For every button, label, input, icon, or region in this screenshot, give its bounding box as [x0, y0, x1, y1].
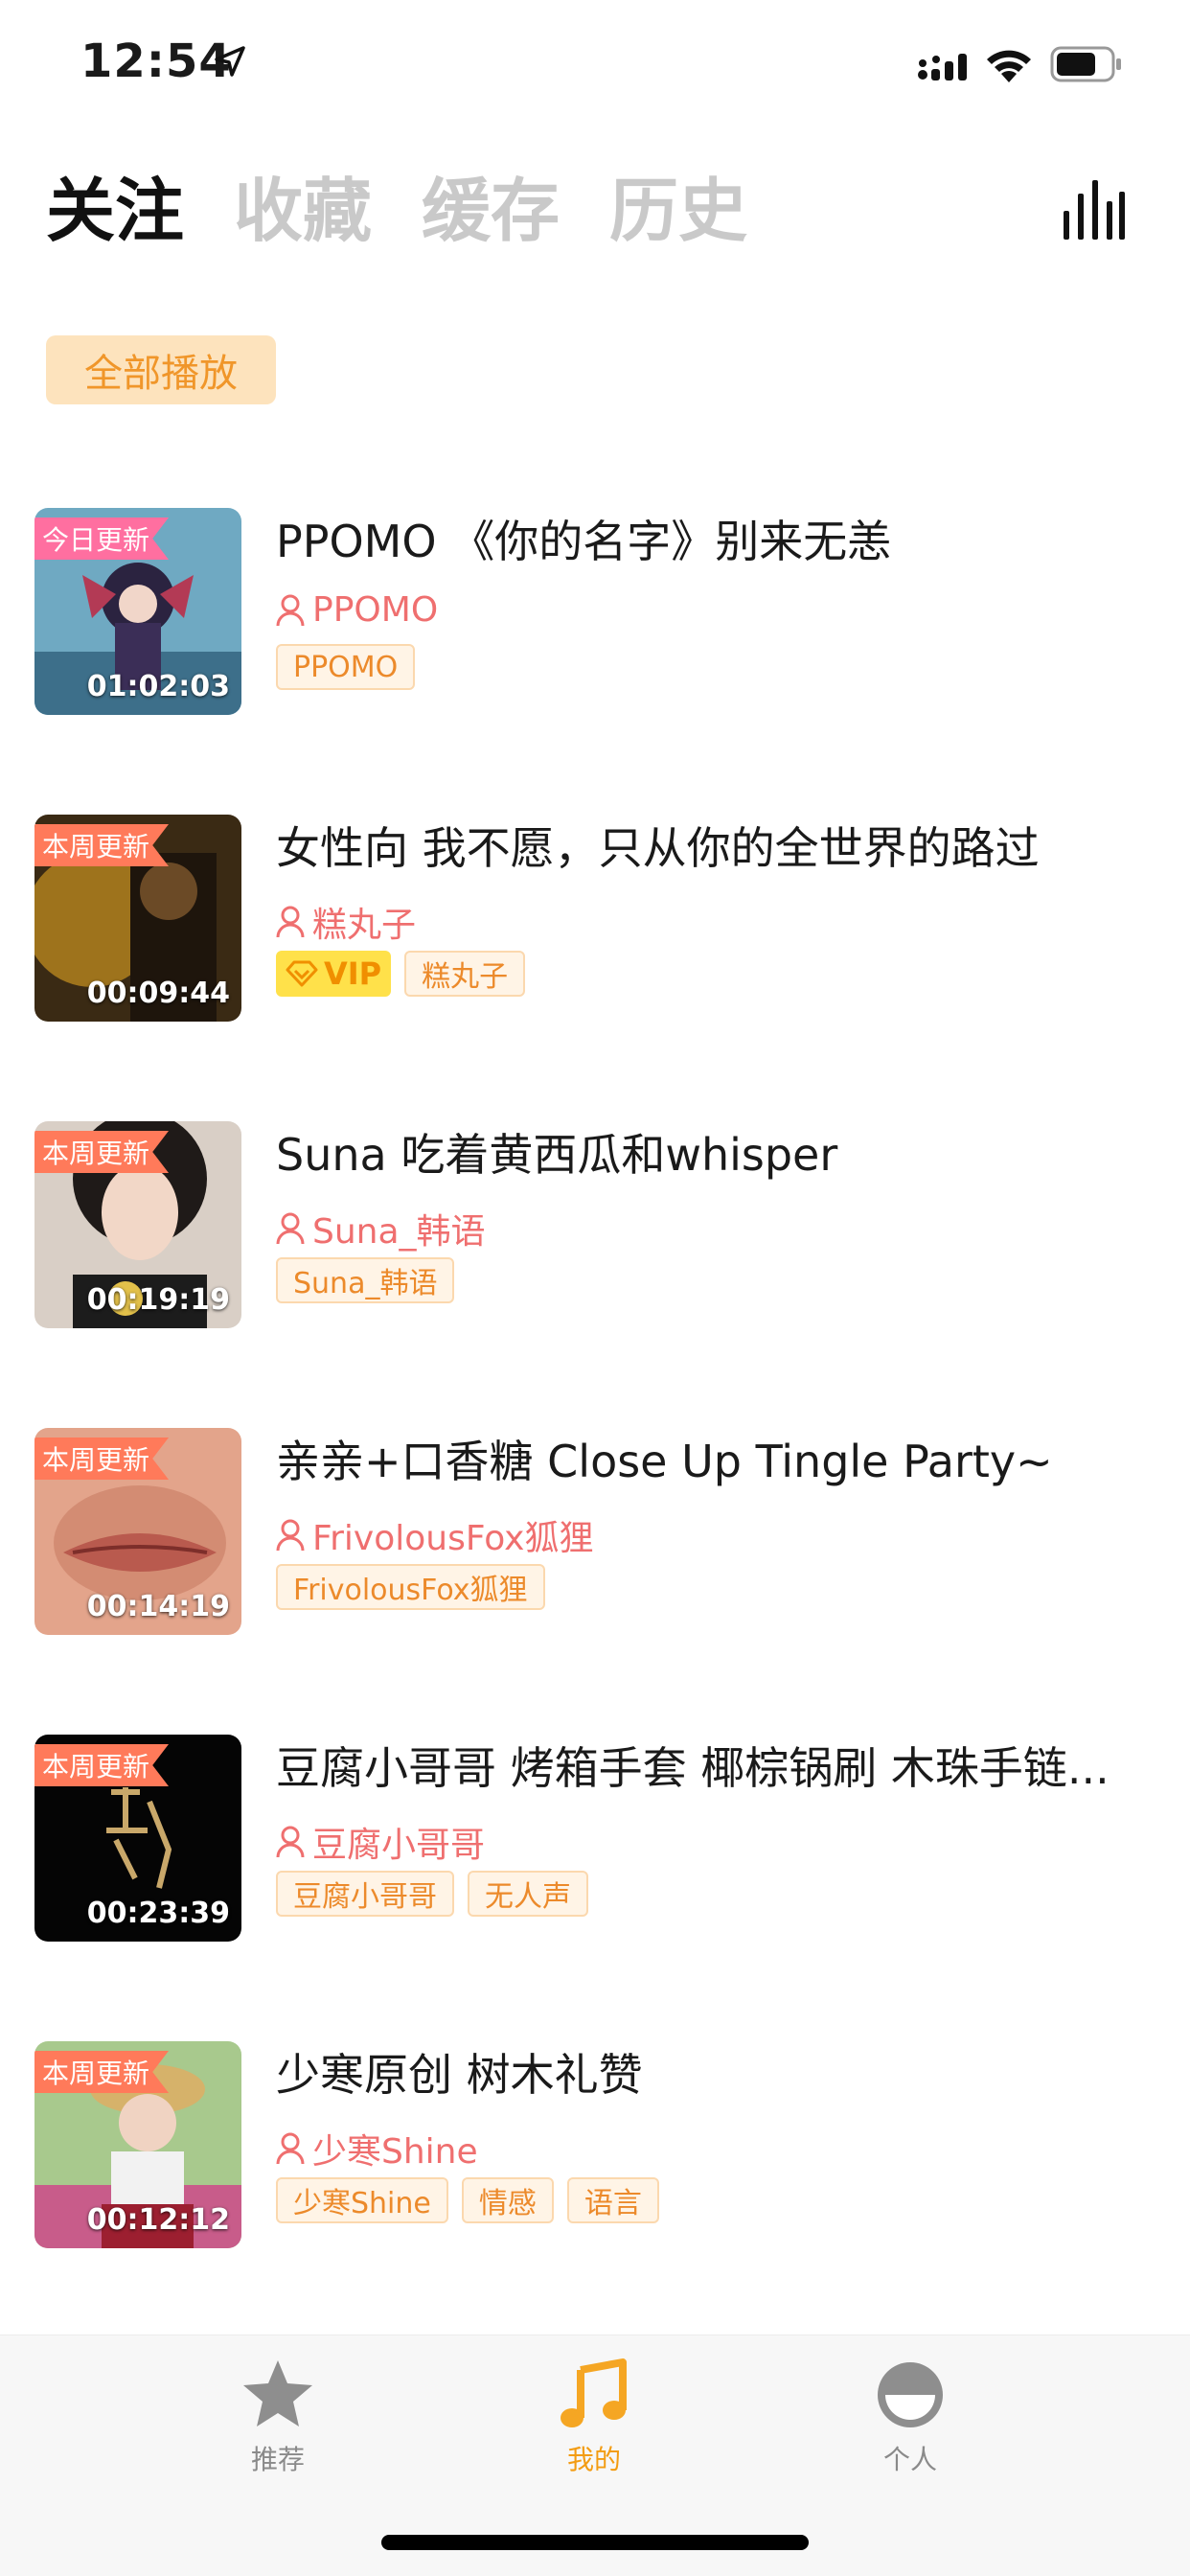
vip-badge: VIP	[276, 951, 392, 997]
update-badge: 本周更新	[34, 1744, 170, 1786]
tabbar-recommend[interactable]: 推荐	[182, 2357, 374, 2477]
tag[interactable]: 情感	[461, 2177, 554, 2223]
tabbar-label: 个人	[882, 2444, 937, 2475]
item-author[interactable]: PPOMO	[276, 590, 438, 630]
item-author[interactable]: 少寒Shine	[276, 2124, 478, 2174]
thumbnail: 本周更新 00:19:19	[34, 1121, 241, 1328]
duration-label: 00:09:44	[86, 977, 230, 1010]
author-name: Suna_韩语	[312, 1212, 486, 1252]
list-item[interactable]: 今日更新 01:02:03 PPOMO 《你的名字》别来无恙 PPOMO PPO…	[0, 508, 1190, 715]
profile-icon	[878, 2362, 943, 2427]
status-bar: 12:54	[0, 0, 1190, 126]
item-title: 女性向 我不愿，只从你的全世界的路过	[276, 822, 1040, 874]
tag-list: PPOMO	[276, 644, 416, 690]
item-title: PPOMO 《你的名字》别来无恙	[276, 516, 892, 567]
list-item[interactable]: 本周更新 00:09:44 女性向 我不愿，只从你的全世界的路过 糕丸子 VIP…	[0, 815, 1190, 1022]
user-icon	[276, 1826, 305, 1858]
tag-list: Suna_韩语	[276, 1257, 455, 1303]
tag-list: FrivolousFox狐狸	[276, 1564, 545, 1610]
duration-label: 00:19:19	[86, 1283, 230, 1317]
location-arrow-icon	[215, 46, 245, 77]
star-icon	[243, 2360, 312, 2426]
duration-label: 00:12:12	[86, 2203, 230, 2237]
author-name: 豆腐小哥哥	[312, 1826, 486, 1865]
home-indicator	[381, 2535, 809, 2550]
update-badge: 本周更新	[34, 2051, 170, 2093]
update-badge: 今日更新	[34, 518, 170, 560]
item-author[interactable]: Suna_韩语	[276, 1204, 486, 1254]
tag[interactable]: 豆腐小哥哥	[276, 1871, 454, 1917]
item-title: Suna 吃着黄西瓜和whisper	[276, 1129, 838, 1181]
user-icon	[276, 2132, 305, 2165]
user-icon	[276, 1212, 305, 1245]
author-name: 少寒Shine	[312, 2132, 478, 2172]
thumbnail: 今日更新 01:02:03	[34, 508, 241, 715]
list-item[interactable]: 本周更新 00:14:19 亲亲+口香糖 Close Up Tingle Par…	[0, 1428, 1190, 1635]
tabbar-label: 推荐	[250, 2444, 305, 2475]
list-item[interactable]: 本周更新 00:19:19 Suna 吃着黄西瓜和whisper Suna_韩语…	[0, 1121, 1190, 1328]
thumbnail: 本周更新 00:23:39	[34, 1735, 241, 1942]
tag[interactable]: Suna_韩语	[276, 1257, 455, 1303]
tag-list: VIP 糕丸子	[276, 951, 526, 997]
item-title: 少寒原创 树木礼赞	[276, 2049, 643, 2101]
tag[interactable]: 少寒Shine	[276, 2177, 448, 2223]
tag[interactable]: PPOMO	[276, 644, 416, 690]
vip-label: VIP	[324, 955, 382, 992]
cellular-signal-icon	[918, 54, 967, 80]
tab-cache[interactable]: 缓存	[422, 176, 560, 245]
thumbnail: 本周更新 00:14:19	[34, 1428, 241, 1635]
list-item[interactable]: 本周更新 00:12:12 少寒原创 树木礼赞 少寒Shine 少寒Shine …	[0, 2041, 1190, 2248]
user-icon	[276, 594, 305, 626]
status-time: 12:54	[80, 34, 232, 88]
tabbar-mine[interactable]: 我的	[498, 2357, 690, 2477]
app-root: 12:54 关注 收藏 缓存 历史 全部播放 今日更新 01:02:03 PPO…	[0, 0, 1190, 2576]
duration-label: 00:23:39	[86, 1897, 230, 1930]
tag[interactable]: 无人声	[468, 1871, 588, 1917]
tag[interactable]: 糕丸子	[404, 951, 526, 997]
tab-favorites[interactable]: 收藏	[234, 176, 372, 245]
tabbar-label: 我的	[566, 2444, 621, 2475]
list-item[interactable]: 本周更新 00:23:39 豆腐小哥哥 烤箱手套 椰棕锅刷 木珠手链... 豆腐…	[0, 1735, 1190, 1942]
item-author[interactable]: 豆腐小哥哥	[276, 1817, 485, 1867]
tag-list: 豆腐小哥哥 无人声	[276, 1871, 588, 1917]
item-title: 亲亲+口香糖 Close Up Tingle Party~	[276, 1436, 1053, 1487]
top-tabs: 关注 收藏 缓存 历史	[46, 163, 747, 259]
tag[interactable]: 语言	[566, 2177, 659, 2223]
tag-list: 少寒Shine 情感 语言	[276, 2177, 659, 2223]
duration-label: 00:14:19	[86, 1590, 230, 1623]
tab-follow[interactable]: 关注	[46, 176, 184, 245]
music-note-icon	[561, 2358, 627, 2427]
tag[interactable]: FrivolousFox狐狸	[276, 1564, 545, 1610]
diamond-icon	[286, 960, 318, 987]
update-badge: 本周更新	[34, 824, 170, 866]
item-author[interactable]: FrivolousFox狐狸	[276, 1510, 593, 1560]
update-badge: 本周更新	[34, 1438, 170, 1480]
item-title: 豆腐小哥哥 烤箱手套 椰棕锅刷 木珠手链...	[276, 1742, 1110, 1794]
author-name: 糕丸子	[312, 906, 417, 945]
battery-icon	[1050, 46, 1121, 82]
user-icon	[276, 906, 305, 938]
update-badge: 本周更新	[34, 1131, 170, 1173]
duration-label: 01:02:03	[86, 670, 230, 703]
equalizer-icon[interactable]	[1062, 178, 1125, 242]
user-icon	[276, 1519, 305, 1552]
item-author[interactable]: 糕丸子	[276, 897, 416, 947]
thumbnail: 本周更新 00:09:44	[34, 815, 241, 1022]
play-all-button[interactable]: 全部播放	[46, 335, 276, 404]
author-name: FrivolousFox狐狸	[312, 1519, 594, 1558]
author-name: PPOMO	[312, 590, 439, 630]
wifi-icon	[987, 50, 1031, 82]
thumbnail: 本周更新 00:12:12	[34, 2041, 241, 2248]
tab-history[interactable]: 历史	[609, 176, 747, 245]
tabbar-profile[interactable]: 个人	[814, 2357, 1006, 2477]
